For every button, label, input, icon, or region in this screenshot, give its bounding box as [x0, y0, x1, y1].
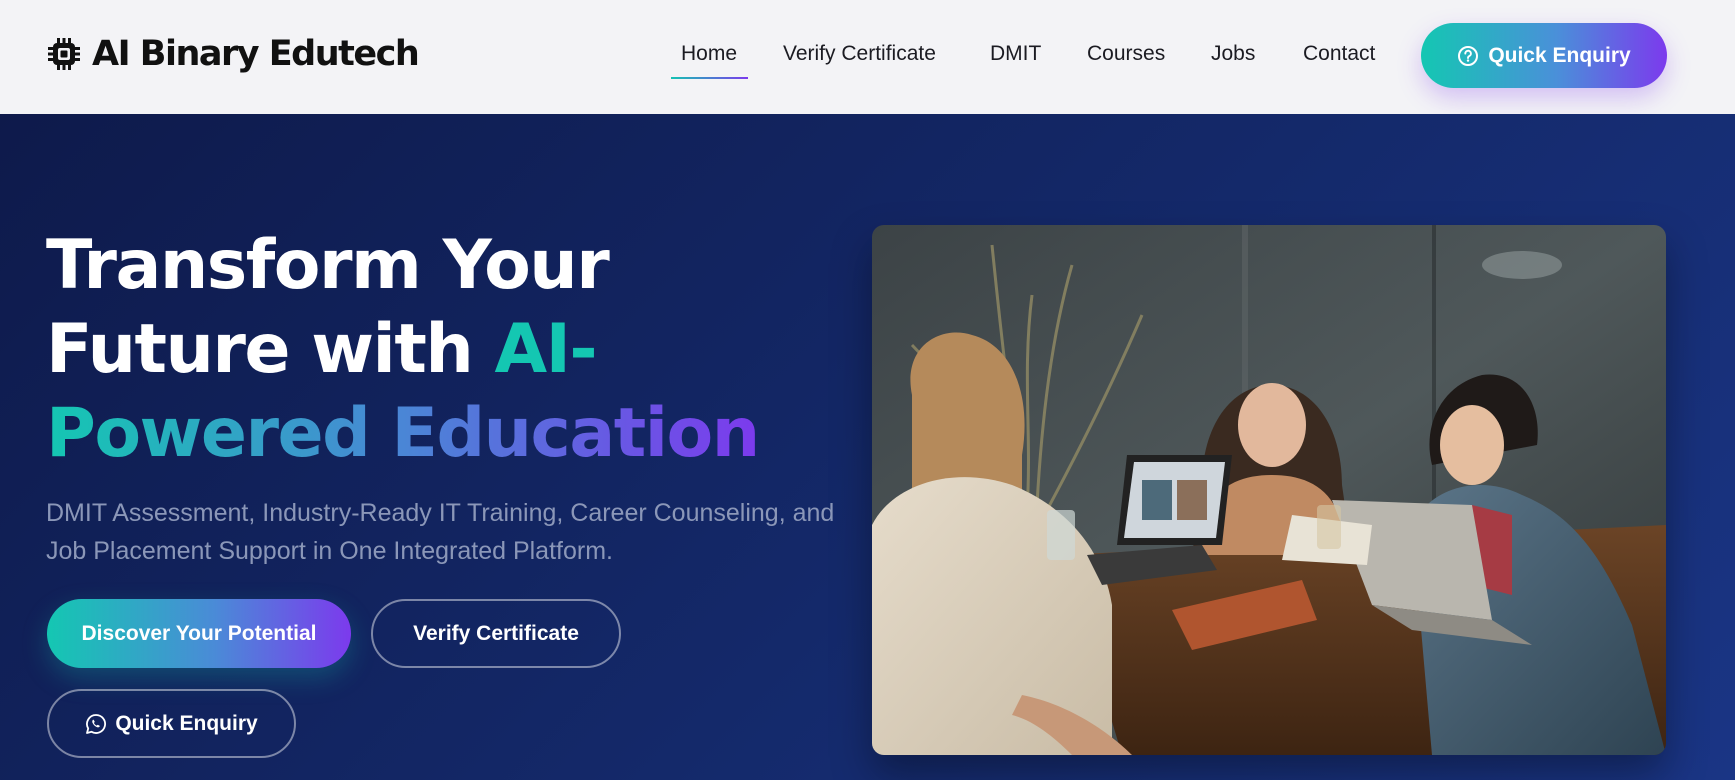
whatsapp-icon — [86, 713, 107, 734]
nav-item-home[interactable]: Home — [681, 40, 737, 68]
brand-logo[interactable]: AI Binary Edutech — [46, 32, 420, 76]
discover-potential-label: Discover Your Potential — [81, 621, 317, 645]
verify-certificate-button[interactable]: Verify Certificate — [371, 599, 621, 668]
verify-certificate-label: Verify Certificate — [413, 621, 579, 645]
hero-quick-enquiry-button[interactable]: Quick Enquiry — [47, 689, 296, 758]
nav-item-jobs[interactable]: Jobs — [1211, 40, 1255, 68]
nav-item-dmit[interactable]: DMIT — [990, 40, 1041, 68]
hero-title: Transform Your Future with AI- Powered E… — [46, 224, 846, 476]
hero-title-line-1: Transform Your — [46, 226, 610, 305]
quick-enquiry-label: Quick Enquiry — [1488, 43, 1631, 67]
active-nav-indicator — [671, 77, 748, 79]
chip-icon — [48, 38, 80, 70]
hero-section: Transform Your Future with AI- Powered E… — [0, 114, 1735, 780]
site-header: AI Binary Edutech Home Verify Certificat… — [0, 0, 1735, 114]
hero-title-line-2: Future with AI- — [46, 308, 846, 392]
hero-subtitle: DMIT Assessment, Industry-Ready IT Train… — [46, 499, 835, 565]
nav-item-verify-certificate[interactable]: Verify Certificate — [783, 40, 936, 68]
quick-enquiry-button[interactable]: Quick Enquiry — [1421, 23, 1667, 88]
hero-photo — [872, 225, 1666, 755]
hero-title-accent-ai: AI- — [494, 310, 597, 389]
nav-item-contact[interactable]: Contact — [1303, 40, 1375, 68]
discover-potential-button[interactable]: Discover Your Potential — [47, 599, 351, 668]
hero-quick-enquiry-label: Quick Enquiry — [115, 711, 258, 735]
question-circle-icon — [1458, 45, 1479, 66]
people-at-laptops-image — [872, 225, 1666, 755]
brand-name: AI Binary Edutech — [92, 34, 420, 74]
hero-title-accent: Powered Education — [46, 394, 760, 473]
hero-title-plain: Future with — [46, 310, 495, 389]
hero-title-line-3: Powered Education — [46, 392, 846, 476]
nav-item-courses[interactable]: Courses — [1087, 40, 1165, 68]
